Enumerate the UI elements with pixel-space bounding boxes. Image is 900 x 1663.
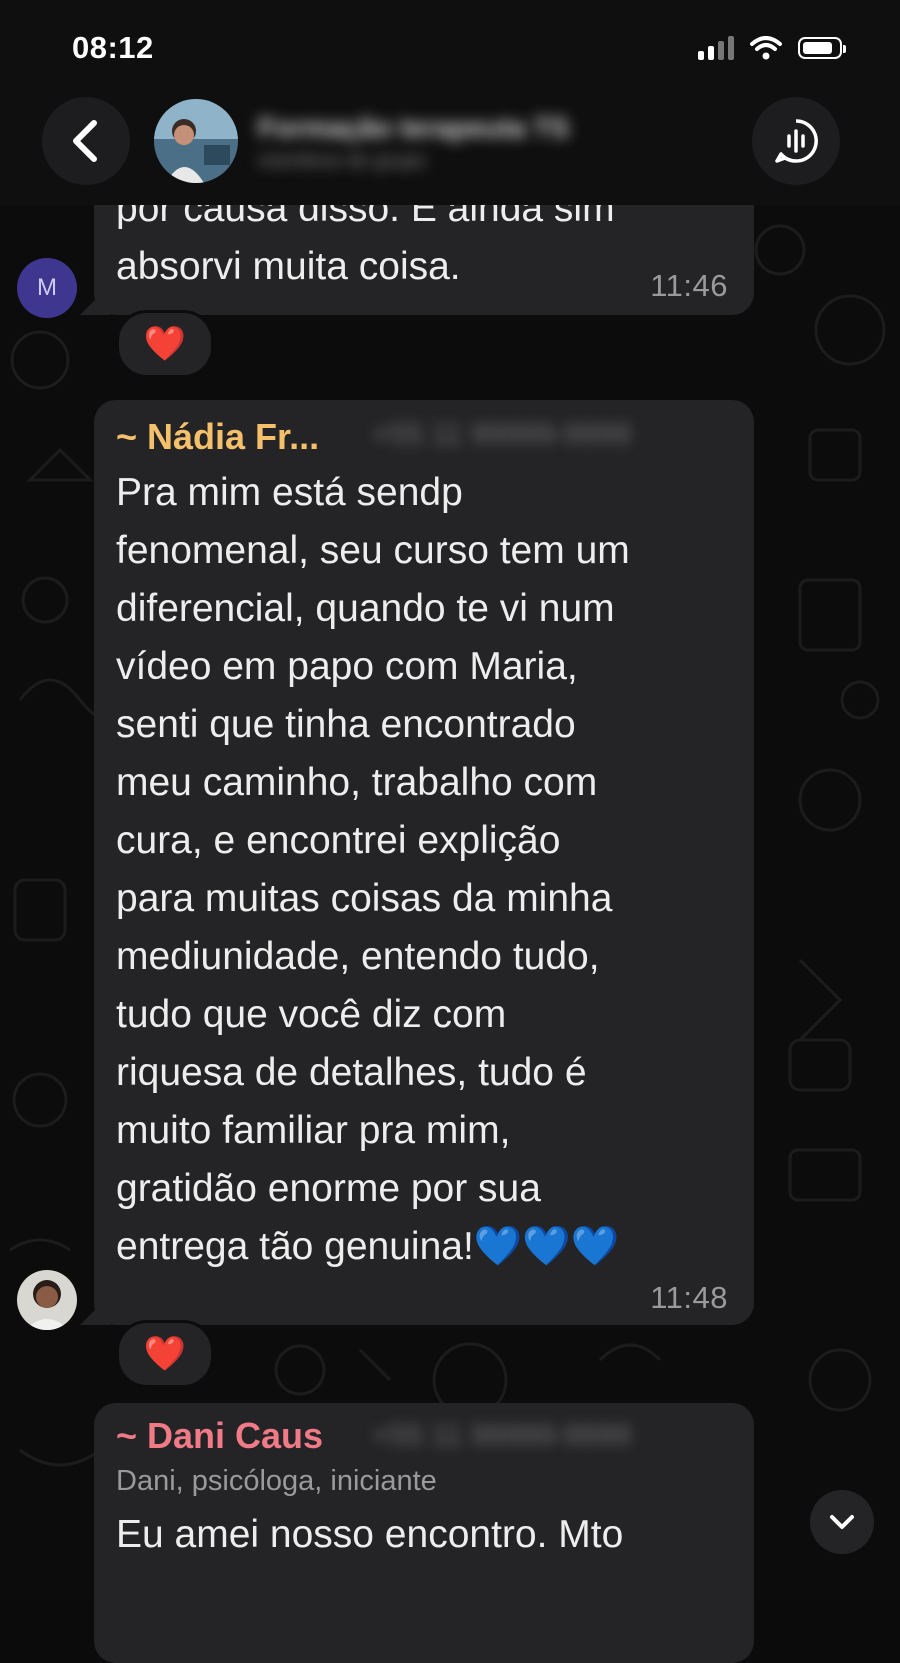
cellular-signal-icon	[698, 36, 734, 60]
chat-title[interactable]: Formação terapeuta TS membros do grupo	[258, 112, 648, 172]
sender-phone: +55 11 99999-9999	[372, 1419, 631, 1452]
battery-icon	[798, 37, 846, 59]
reaction-heart[interactable]: ❤️	[116, 1320, 214, 1388]
sender-name[interactable]: ~ Dani Caus	[116, 1415, 323, 1457]
reaction-emoji: ❤️	[143, 1335, 187, 1373]
message-bubble[interactable]: ~ Dani Caus +55 11 99999-9999 Dani, psic…	[94, 1403, 754, 1663]
message-time: 11:48	[650, 1280, 728, 1315]
scroll-to-bottom-button[interactable]	[810, 1490, 874, 1554]
message-time: 11:46	[650, 268, 728, 303]
group-avatar-image	[154, 99, 238, 183]
chevron-left-icon	[73, 120, 97, 162]
status-time: 08:12	[72, 30, 154, 65]
sender-initial: M	[37, 274, 57, 301]
wifi-icon	[750, 36, 782, 60]
sender-phone: +55 11 99999-9999	[372, 418, 631, 451]
reaction-emoji: ❤️	[143, 325, 187, 363]
chat-title-text: Formação terapeuta TS	[258, 112, 570, 143]
message-text: Eu amei nosso encontro. Mto	[116, 1513, 624, 1556]
chat-header: 08:12 Formação terapeuta TS membros do g…	[0, 0, 900, 205]
sender-avatar[interactable]: M	[17, 258, 77, 318]
group-avatar[interactable]	[154, 99, 238, 183]
voice-chat-icon	[775, 119, 818, 163]
voice-chat-button[interactable]	[752, 97, 840, 185]
sender-avatar-image	[17, 1270, 77, 1330]
chat-subtitle-text: membros do grupo	[258, 150, 426, 172]
message-text: Pra mim está sendp fenomenal, seu curso …	[116, 471, 630, 1268]
sender-name[interactable]: ~ Nádia Fr...	[116, 416, 319, 458]
status-icons	[698, 36, 846, 60]
message-bubble[interactable]: ~ Nádia Fr... +55 11 99999-9999 Pra mim …	[94, 400, 754, 1325]
back-button[interactable]	[42, 97, 130, 185]
sender-subtitle: Dani, psicóloga, iniciante	[116, 1465, 437, 1497]
chevron-down-icon	[830, 1515, 854, 1529]
sender-avatar[interactable]	[17, 1270, 77, 1330]
reaction-heart[interactable]: ❤️	[116, 310, 214, 378]
